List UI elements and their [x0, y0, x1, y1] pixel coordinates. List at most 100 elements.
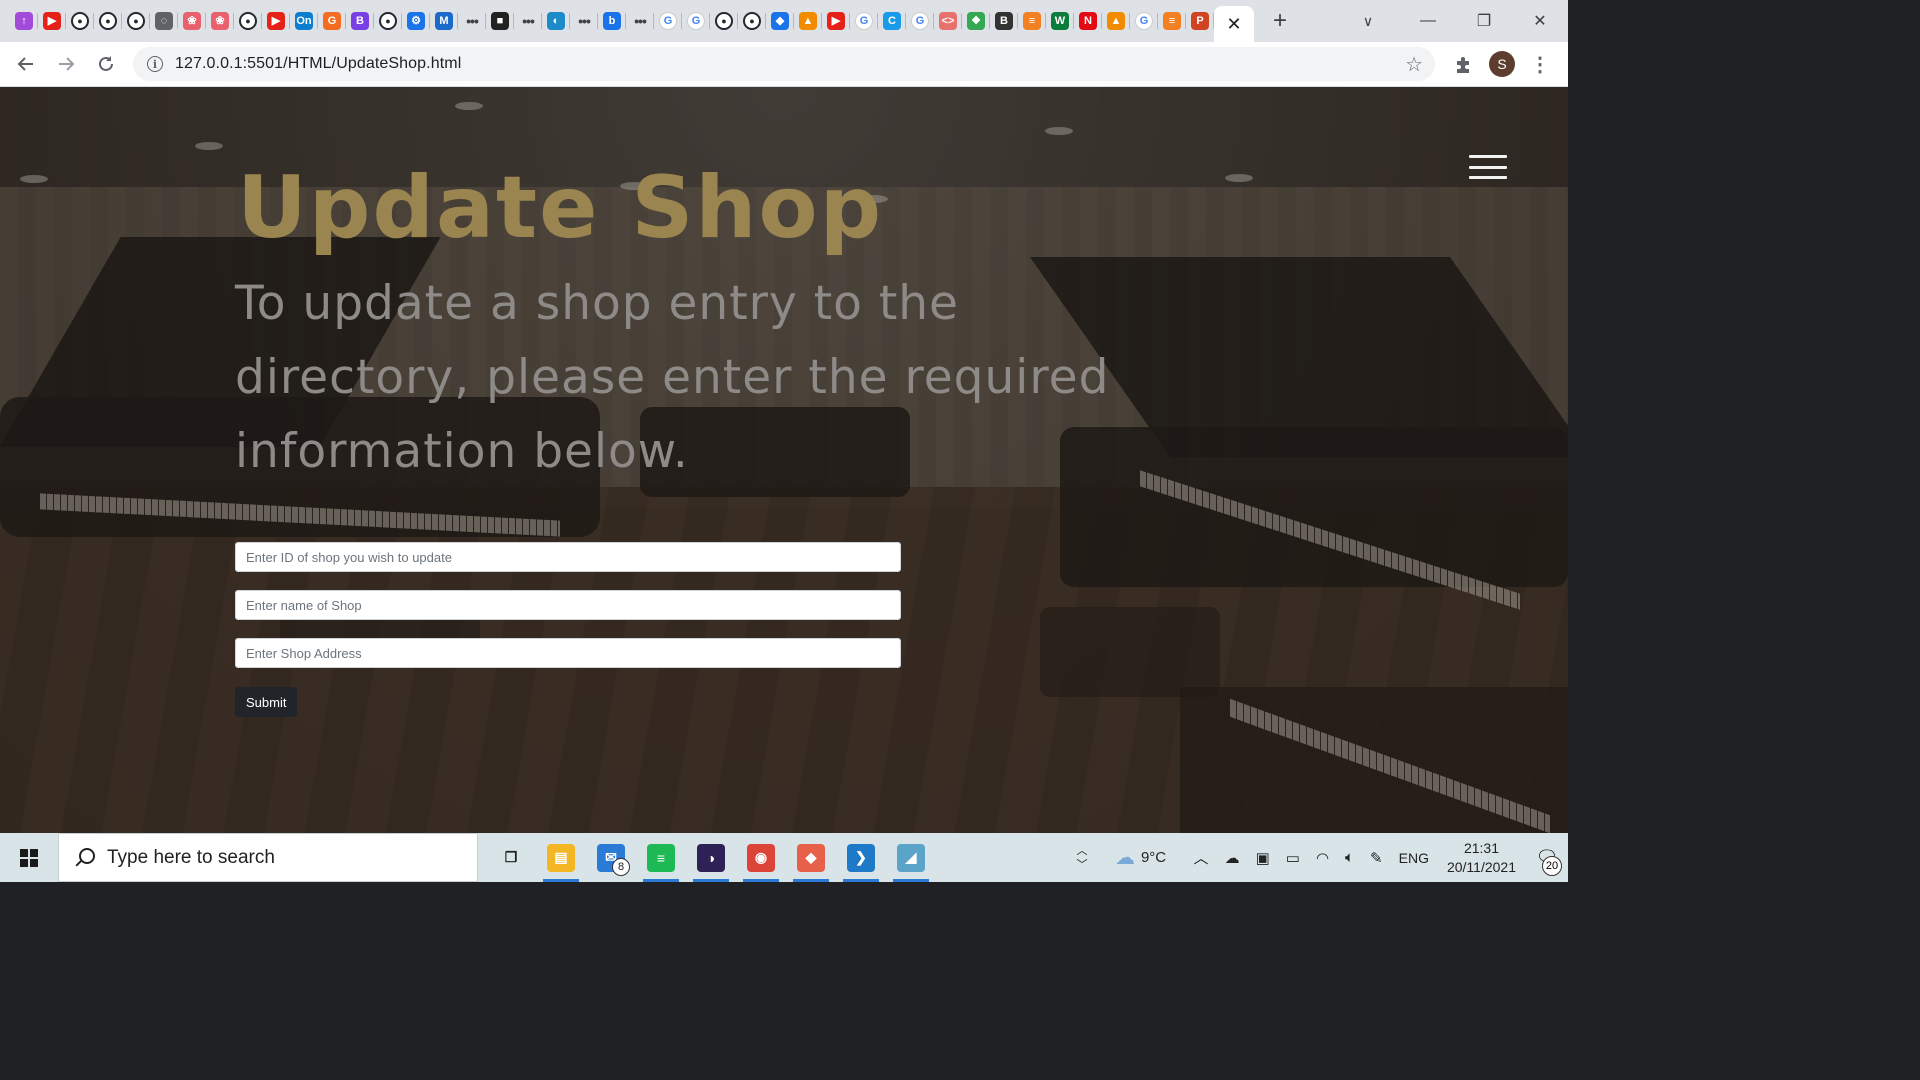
pinned-tab[interactable]: ● — [66, 0, 94, 42]
pinned-tab[interactable]: ■ — [486, 0, 514, 42]
volume-icon[interactable]: 🔈︎ — [1337, 833, 1362, 882]
restore-button[interactable]: ❐ — [1456, 0, 1512, 42]
pinned-tab[interactable]: ● — [122, 0, 150, 42]
pinned-tab[interactable]: N — [1074, 0, 1102, 42]
pinned-tab[interactable]: ••• — [514, 0, 542, 42]
ellipsis-icon: ••• — [634, 13, 647, 29]
pinned-tab[interactable]: ▲ — [1102, 0, 1130, 42]
close-tab-icon[interactable]: ✕ — [1226, 14, 1241, 35]
pinned-tab[interactable]: M — [430, 0, 458, 42]
stackoverflow-icon: ≡ — [1163, 12, 1181, 30]
pinned-tab[interactable]: ▲ — [794, 0, 822, 42]
browser-tabstrip: ↑ ▶ ● ● ● ◌ ❀ ❀ ● ▶ On G B ● ⚙ M ••• ■ ••• ◐ ••• b ••• G G ● ● ◆ ▲ ▶ G… — [0, 0, 1568, 42]
pinned-tab[interactable]: ↑ — [10, 0, 38, 42]
window-controls: — ❐ ✕ — [1400, 0, 1568, 42]
pinned-tab[interactable]: ⚙ — [402, 0, 430, 42]
taskbar-app[interactable]: ◉ — [736, 833, 786, 882]
taskbar-app[interactable]: ❯ — [836, 833, 886, 882]
pinned-tab[interactable]: ● — [374, 0, 402, 42]
display-icon[interactable]: ▣ — [1248, 833, 1278, 882]
browser-menu-icon[interactable]: ⋮ — [1530, 50, 1550, 78]
battery-icon[interactable]: ▭ — [1278, 833, 1308, 882]
notification-count-badge: 20 — [1542, 856, 1562, 876]
minimize-button[interactable]: — — [1400, 0, 1456, 42]
pinned-tab[interactable]: ≡ — [1018, 0, 1046, 42]
taskbar-app[interactable]: ❐ — [486, 833, 536, 882]
youtube-icon: ▶ — [43, 12, 61, 30]
pinned-tab[interactable]: ••• — [626, 0, 654, 42]
cloud-icon: ☁ — [1114, 847, 1135, 869]
pinned-tab[interactable]: ••• — [570, 0, 598, 42]
taskbar-app[interactable]: ≡ — [636, 833, 686, 882]
pinned-tab[interactable]: ◆ — [766, 0, 794, 42]
pinned-tab[interactable]: b — [598, 0, 626, 42]
reload-button[interactable] — [86, 44, 126, 84]
pinned-tab[interactable]: ◌ — [150, 0, 178, 42]
notification-center-button[interactable]: 🗨︎ 20 — [1526, 833, 1568, 882]
pen-icon[interactable]: ✎ — [1362, 833, 1391, 882]
onshape-icon: On — [295, 12, 313, 30]
shop-name-input[interactable] — [235, 590, 901, 620]
taskbar-app[interactable]: ◆ — [786, 833, 836, 882]
taskbar-app[interactable]: ◑ — [686, 833, 736, 882]
wifi-icon[interactable]: ◠ — [1308, 833, 1337, 882]
onedrive-icon[interactable]: ☁ — [1217, 833, 1248, 882]
forward-button[interactable] — [46, 44, 86, 84]
submit-button[interactable]: Submit — [235, 687, 298, 717]
address-bar[interactable]: i 127.0.0.1:5501/HTML/UpdateShop.html ☆ — [133, 47, 1435, 81]
puzzle-icon — [1457, 57, 1469, 73]
taskbar-clock[interactable]: 21:31 20/11/2021 — [1437, 839, 1526, 877]
pinned-tab[interactable]: ≡ — [1158, 0, 1186, 42]
profile-avatar[interactable]: S — [1489, 51, 1515, 77]
tab-search-icon[interactable]: ∨ — [1353, 0, 1383, 42]
show-hidden-icons-chevron-icon[interactable]: ︿ — [1186, 833, 1217, 882]
orange-app-icon: ▲ — [1107, 12, 1125, 30]
pinned-tab[interactable]: ● — [94, 0, 122, 42]
weather-widget[interactable]: ☁ 9°C — [1096, 833, 1186, 882]
pinned-tab[interactable]: ● — [710, 0, 738, 42]
pinned-tab[interactable]: ▶ — [822, 0, 850, 42]
pinned-tab[interactable]: G — [318, 0, 346, 42]
search-placeholder[interactable]: Type here to search — [107, 847, 275, 869]
bookmark-star-icon[interactable]: ☆ — [1405, 52, 1423, 77]
pinned-tab[interactable]: ▶ — [38, 0, 66, 42]
pinned-tab[interactable]: ◐ — [542, 0, 570, 42]
language-indicator[interactable]: ENG — [1391, 833, 1437, 882]
clock-date: 20/11/2021 — [1446, 858, 1516, 875]
pinned-tab[interactable]: G — [850, 0, 878, 42]
extensions-puzzle-icon[interactable] — [1450, 52, 1476, 78]
new-tab-button[interactable]: + — [1260, 0, 1300, 42]
pinned-tab[interactable]: B — [346, 0, 374, 42]
pinned-tab[interactable]: ••• — [458, 0, 486, 42]
nav-menu-icon[interactable] — [1469, 155, 1507, 179]
pinned-tab[interactable]: P — [1186, 0, 1214, 42]
pinned-tab[interactable]: G — [654, 0, 682, 42]
taskbar-app[interactable]: ◢ — [886, 833, 936, 882]
pinned-tab[interactable]: W — [1046, 0, 1074, 42]
pinned-tab[interactable]: G — [1130, 0, 1158, 42]
pinned-tab[interactable]: <> — [934, 0, 962, 42]
url-text[interactable]: 127.0.0.1:5501/HTML/UpdateShop.html — [175, 55, 461, 73]
site-info-icon[interactable]: i — [147, 56, 163, 72]
start-button[interactable] — [0, 833, 58, 882]
close-window-button[interactable]: ✕ — [1512, 0, 1568, 42]
active-tab[interactable]: ✕ — [1214, 6, 1254, 42]
pinned-tab[interactable]: C — [878, 0, 906, 42]
pinned-tab[interactable]: On — [290, 0, 318, 42]
taskbar-app[interactable]: ✉ 8 — [586, 833, 636, 882]
pinned-tab[interactable]: ● — [738, 0, 766, 42]
taskbar-search-box[interactable]: Type here to search — [58, 833, 478, 882]
pinned-tab[interactable]: B — [990, 0, 1018, 42]
pinned-tab[interactable]: ❀ — [178, 0, 206, 42]
pinned-tab[interactable]: ❀ — [206, 0, 234, 42]
back-button[interactable] — [6, 44, 46, 84]
pinned-tab[interactable]: ● — [234, 0, 262, 42]
pinned-tab[interactable]: ▶ — [262, 0, 290, 42]
tray-overflow-arrows[interactable]: ︿ ﹀ — [1069, 833, 1096, 882]
taskbar-app[interactable]: ▤ — [536, 833, 586, 882]
pinned-tab[interactable]: G — [906, 0, 934, 42]
shop-address-input[interactable] — [235, 638, 901, 668]
pinned-tab[interactable]: ❖ — [962, 0, 990, 42]
shop-id-input[interactable] — [235, 542, 901, 572]
pinned-tab[interactable]: G — [682, 0, 710, 42]
